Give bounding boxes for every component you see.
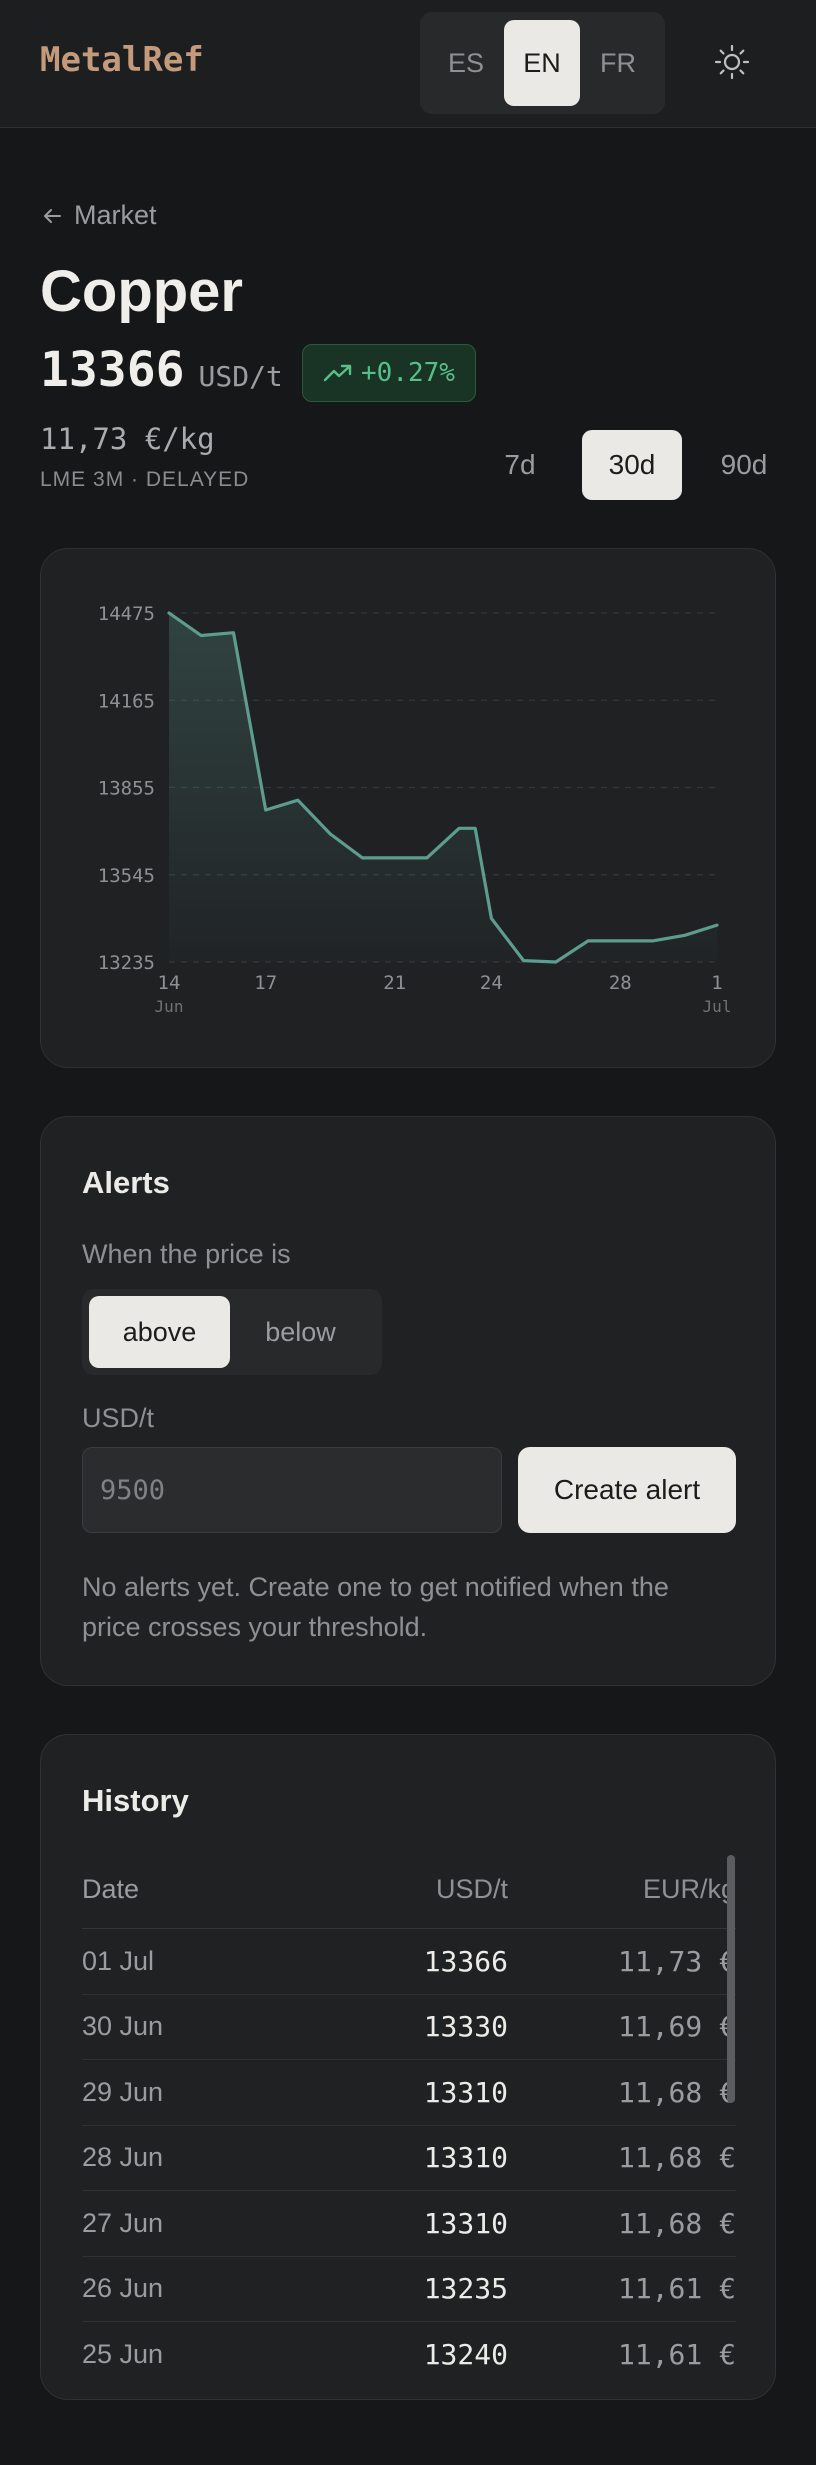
row-date: 26 Jun: [82, 2273, 164, 2304]
x-tick-label: 24: [480, 972, 503, 994]
table-row: 29 Jun 13310 11,68 €: [82, 2060, 736, 2126]
y-tick-label: 14475: [98, 603, 155, 625]
y-tick-label: 13235: [98, 952, 155, 974]
row-date: 27 Jun: [82, 2207, 164, 2238]
history-table: Date USD/t EUR/kg 01 Jul 13366 11,73 € 3…: [82, 1851, 736, 2388]
price-source: LME 3M · DELAYED: [40, 468, 250, 491]
row-usd: 13310: [423, 2206, 508, 2240]
range-selector: 7d 30d 90d: [470, 430, 794, 500]
row-usd: 13235: [423, 2272, 508, 2306]
x-tick-label: 28: [609, 972, 632, 994]
table-row: 26 Jun 13235 11,61 €: [82, 2257, 736, 2322]
table-row: 01 Jul 13366 11,73 €: [82, 1929, 736, 1995]
history-card: History Date USD/t EUR/kg 01 Jul 13366 1…: [40, 1734, 776, 2400]
change-badge: +0.27%: [302, 344, 476, 402]
chart-area: [169, 613, 717, 962]
row-eur: 11,69 €: [617, 2010, 736, 2044]
current-price: 13366: [40, 342, 185, 398]
back-to-market-link[interactable]: Market: [40, 200, 157, 231]
column-header-eur: EUR/kg: [642, 1874, 736, 1904]
arrow-left-icon: [44, 208, 61, 223]
row-eur: 11,61 €: [617, 2272, 736, 2306]
row-date: 25 Jun: [82, 2339, 164, 2370]
row-usd: 13310: [423, 2075, 508, 2109]
x-tick-label: 21: [383, 972, 406, 994]
above-option[interactable]: above: [89, 1296, 230, 1368]
language-switcher: ES EN FR: [420, 12, 665, 114]
x-tick-month-label: Jul: [703, 997, 732, 1016]
condition-label: When the price is: [82, 1239, 291, 1269]
row-usd: 13366: [423, 1944, 508, 1978]
row-usd: 13330: [423, 2010, 508, 2044]
column-header-date: Date: [82, 1874, 140, 1904]
history-title: History: [82, 1783, 189, 1818]
condition-toggle: above below: [82, 1289, 382, 1375]
price-unit: USD/t: [198, 360, 283, 393]
alerts-title: Alerts: [82, 1165, 170, 1200]
threshold-unit-label: USD/t: [82, 1403, 155, 1433]
row-eur: 11,68 €: [617, 2206, 736, 2240]
eur-price: 11,73 €/kg: [40, 422, 215, 456]
price-chart-card: 14475 14165 13855 13545 13235 14 Jun 17 21 24 28 1 J…: [40, 548, 776, 1068]
y-tick-label: 14165: [98, 690, 155, 712]
row-usd: 13240: [423, 2338, 508, 2372]
row-date: 28 Jun: [82, 2142, 164, 2173]
row-date: 30 Jun: [82, 2011, 164, 2042]
x-tick-label: 14: [158, 972, 181, 994]
x-tick-label: 17: [254, 972, 277, 994]
sun-icon: [714, 44, 750, 80]
y-tick-label: 13855: [98, 778, 155, 800]
row-eur: 11,68 €: [617, 2141, 736, 2175]
alerts-card: Alerts When the price is above below USD…: [40, 1116, 776, 1686]
row-eur: 11,68 €: [617, 2075, 736, 2109]
change-value: +0.27%: [361, 358, 455, 388]
alerts-empty-message: No alerts yet. Create one to get notifie…: [82, 1572, 669, 1642]
lang-fr-button[interactable]: FR: [580, 20, 656, 106]
table-scrollbar[interactable]: [727, 1855, 735, 2103]
back-link-label: Market: [74, 200, 157, 230]
x-tick-label: 1: [711, 972, 722, 994]
page-title: Copper: [40, 259, 243, 324]
threshold-input[interactable]: [82, 1447, 502, 1533]
range-7d-button[interactable]: 7d: [470, 430, 570, 500]
row-date: 01 Jul: [82, 1945, 155, 1976]
table-row: 27 Jun 13310 11,68 €: [82, 2191, 736, 2257]
row-date: 29 Jun: [82, 2076, 164, 2107]
create-alert-button[interactable]: Create alert: [518, 1447, 736, 1533]
top-bar: MetalRef ES EN FR: [0, 0, 816, 128]
row-eur: 11,73 €: [617, 1944, 736, 1978]
trending-up-icon: [323, 364, 352, 382]
table-row: 30 Jun 13330 11,69 €: [82, 1995, 736, 2060]
theme-toggle-button[interactable]: [712, 42, 752, 82]
table-header: Date USD/t EUR/kg: [82, 1851, 736, 1929]
range-90d-button[interactable]: 90d: [694, 430, 794, 500]
range-30d-button[interactable]: 30d: [582, 430, 682, 500]
column-header-usd: USD/t: [435, 1874, 508, 1904]
lang-es-button[interactable]: ES: [428, 20, 504, 106]
price-chart: 14475 14165 13855 13545 1323514 Jun 17 21 24 28 1 J…: [98, 603, 732, 1016]
price-row: 13366 USD/t: [40, 342, 283, 398]
row-eur: 11,61 €: [617, 2338, 736, 2372]
table-row: 28 Jun 13310 11,68 €: [82, 2126, 736, 2191]
brand-logo[interactable]: MetalRef: [40, 40, 204, 80]
x-tick-month-label: Jun: [155, 997, 184, 1016]
lang-en-button[interactable]: EN: [504, 20, 580, 106]
table-row: 25 Jun 13240 11,61 €: [82, 2322, 736, 2388]
row-usd: 13310: [423, 2141, 508, 2175]
below-option[interactable]: below: [230, 1296, 371, 1368]
y-tick-label: 13545: [98, 865, 155, 887]
